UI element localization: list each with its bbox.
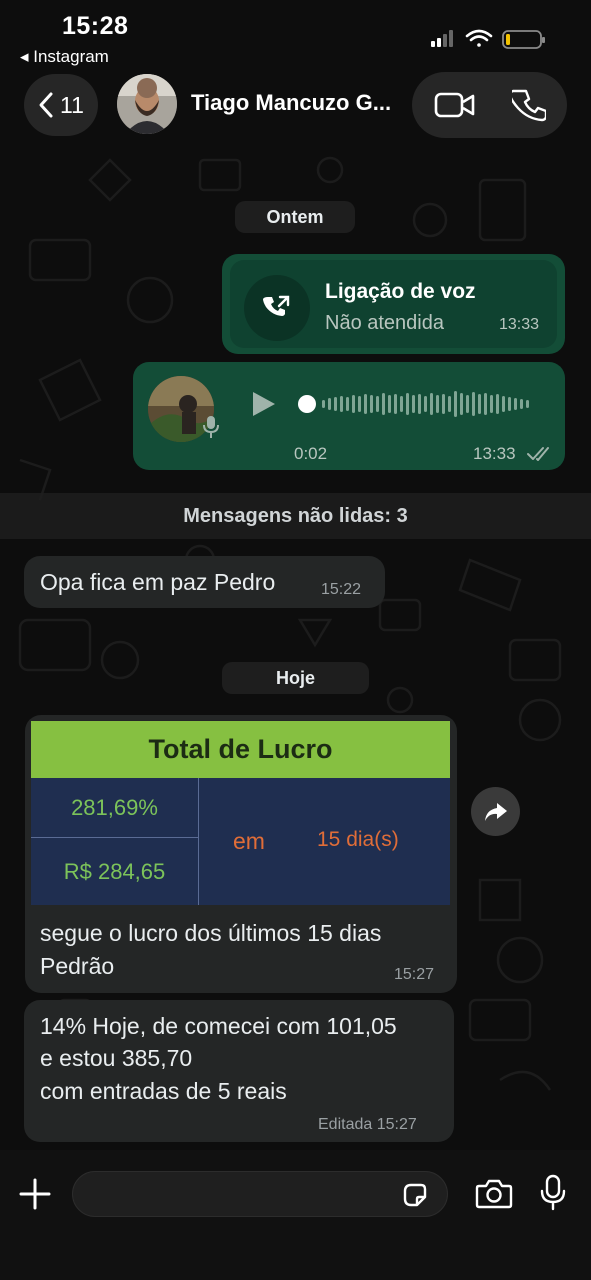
back-to-app-link[interactable]: ◂ Instagram	[20, 47, 109, 67]
image-caption-line2: Pedrão	[40, 953, 115, 979]
camera-button[interactable]	[475, 1178, 513, 1215]
profit-period-days: 15 dia(s)	[317, 828, 399, 851]
avatar-photo	[117, 74, 177, 134]
contact-avatar[interactable]	[117, 74, 177, 134]
incoming-message[interactable]: Opa fica em paz Pedro 15:22	[24, 556, 385, 608]
microphone-icon	[201, 414, 221, 445]
sticker-button[interactable]	[401, 1181, 429, 1214]
message-line3: com entradas de 5 reais	[40, 1078, 287, 1104]
chat-header: 11 Tiago Mancuzo G...	[0, 70, 591, 140]
profit-table-header: Total de Lucro	[31, 721, 450, 778]
clock: 15:28	[62, 12, 129, 40]
video-call-button[interactable]	[416, 72, 493, 138]
status-bar: 15:28 ◂ Instagram	[0, 0, 591, 70]
edited-timestamp: Editada 15:27	[318, 1116, 417, 1133]
call-timestamp: 13:33	[498, 316, 539, 333]
microphone-icon	[540, 1174, 566, 1211]
unread-messages-divider: Mensagens não lidas: 3	[0, 493, 591, 539]
status-icons	[431, 28, 551, 50]
profit-period-label: em	[233, 828, 265, 854]
profit-table-body: 281,69% R$ 284,65 em 15 dia(s)	[31, 778, 450, 905]
message-timestamp: 15:27	[394, 966, 435, 983]
profit-image[interactable]: Total de Lucro 281,69% R$ 284,65 em 15 d…	[31, 721, 450, 905]
unread-chats-count: 11	[60, 91, 84, 118]
forward-arrow-icon	[484, 802, 507, 821]
chevron-left-icon	[39, 92, 53, 118]
composer-bar	[0, 1150, 591, 1280]
voice-call-button[interactable]	[490, 72, 567, 138]
battery-icon	[502, 30, 545, 49]
outgoing-call-icon	[263, 295, 290, 316]
date-separator-yesterday: Ontem	[235, 201, 355, 233]
phone-icon	[511, 89, 546, 122]
play-button[interactable]	[251, 390, 277, 423]
forward-button[interactable]	[471, 787, 520, 836]
signal-icon	[431, 30, 453, 47]
call-card[interactable]: Ligação de voz Não atendida 13:33	[230, 260, 557, 348]
call-actions	[412, 72, 567, 138]
record-audio-button[interactable]	[539, 1174, 567, 1217]
attach-button[interactable]	[17, 1176, 53, 1217]
message-line2: e estou 385,70	[40, 1045, 193, 1071]
voice-timestamp: 13:33	[473, 444, 516, 463]
camera-icon	[475, 1179, 513, 1209]
incoming-edited-message[interactable]: 14% Hoje, de comecei com 101,05 e estou …	[24, 1000, 454, 1142]
call-icon-circle	[244, 275, 310, 341]
call-title: Ligação de voz	[325, 280, 476, 303]
waveform-icon	[298, 391, 529, 417]
message-timestamp: 15:22	[321, 581, 362, 598]
message-line1: 14% Hoje, de comecei com 101,05	[40, 1013, 397, 1039]
plus-icon	[19, 1178, 51, 1210]
read-receipt-icon	[527, 446, 553, 467]
voice-message[interactable]: 0:02 13:33	[133, 362, 565, 470]
voice-duration: 0:02	[294, 444, 328, 463]
image-caption-line1: segue o lucro dos últimos 15 dias	[40, 920, 382, 946]
profit-amount: R$ 284,65	[31, 838, 199, 905]
play-icon	[253, 392, 275, 416]
call-status: Não atendida	[325, 312, 444, 334]
audio-waveform[interactable]	[296, 385, 546, 428]
back-button[interactable]: 11	[24, 74, 98, 136]
message-text: Opa fica em paz Pedro	[40, 569, 276, 595]
date-separator-today: Hoje	[222, 662, 369, 694]
video-camera-icon	[434, 92, 474, 118]
profit-percent: 281,69%	[31, 778, 199, 838]
missed-call-message[interactable]: Ligação de voz Não atendida 13:33	[222, 254, 565, 354]
contact-name[interactable]: Tiago Mancuzo G...	[191, 90, 391, 116]
sticker-icon	[403, 1183, 427, 1207]
wifi-icon	[465, 29, 493, 47]
message-input[interactable]	[72, 1171, 448, 1217]
